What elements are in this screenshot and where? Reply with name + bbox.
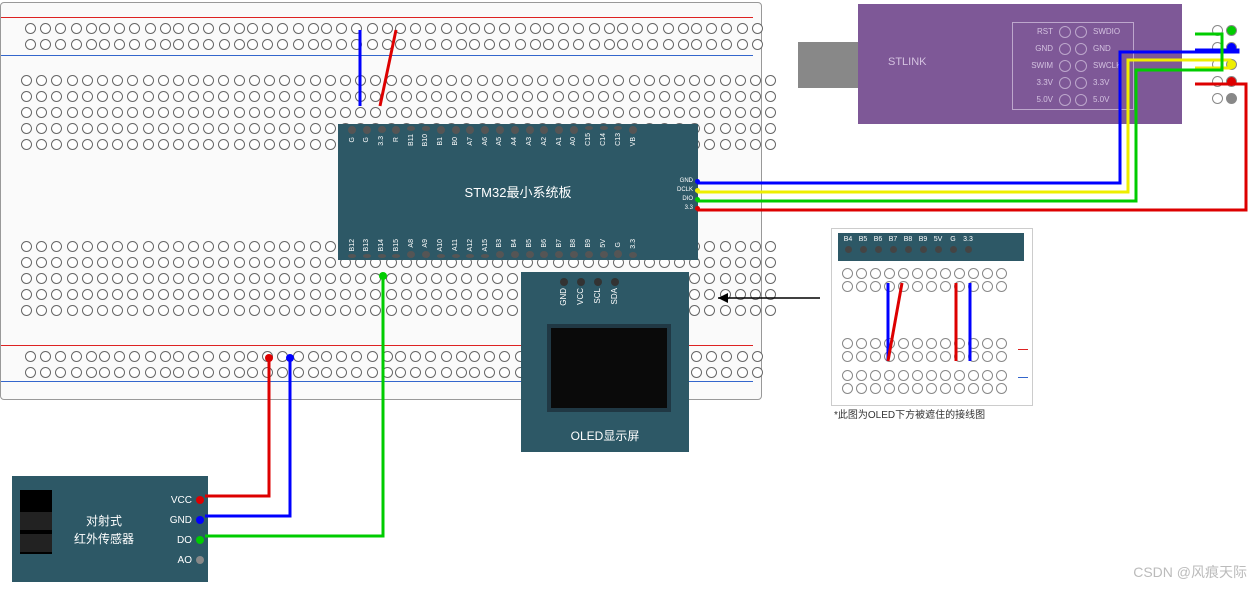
- stm32-pin: A1: [553, 126, 565, 146]
- stm32-pin: A0: [568, 126, 580, 146]
- stm32-pin: A12: [464, 238, 476, 258]
- stm32-pin: A7: [464, 126, 476, 146]
- stlink-conn-row: [1212, 39, 1252, 56]
- stlink-conn-row: [1212, 73, 1252, 90]
- oled-pin: GND: [559, 278, 568, 306]
- stlink-connector: [1212, 22, 1252, 107]
- stm32-pin: C14: [598, 126, 610, 146]
- stm32-pin: R: [390, 126, 402, 146]
- oled-screen: [547, 324, 671, 412]
- stlink-label: STLINK: [888, 56, 927, 68]
- stlink-conn-row: [1212, 22, 1252, 39]
- stm32-pin: B11: [405, 126, 417, 146]
- stm32-pin: B7: [553, 238, 565, 258]
- oled-module: GND VCC SCL SDA OLED显示屏: [521, 272, 689, 452]
- stm32-pin: A4: [509, 126, 521, 146]
- watermark: CSDN @风痕天际: [1133, 562, 1247, 582]
- stm32-pin: B13: [361, 238, 373, 258]
- stlink-module: STLINK RSTSWDIOGNDGNDSWIMSWCLK3.3V3.3V5.…: [798, 4, 1252, 124]
- oled-pins: GND VCC SCL SDA: [559, 278, 619, 306]
- stm32-pin: G: [612, 238, 624, 258]
- stlink-usb-icon: [798, 42, 862, 88]
- stlink-conn-row: [1212, 56, 1252, 73]
- stm32-pin: A5: [494, 126, 506, 146]
- stlink-conn-row: [1212, 90, 1252, 107]
- stm32-pin: B5: [524, 238, 536, 258]
- stlink-body: STLINK RSTSWDIOGNDGNDSWIMSWCLK3.3V3.3V5.…: [858, 4, 1182, 124]
- stm32-title: STM32最小系统板: [338, 182, 698, 201]
- stm32-pin: 5V: [598, 238, 610, 258]
- stm32-pin: A10: [435, 238, 447, 258]
- stm32-pin: A8: [405, 238, 417, 258]
- stm32-pin: B12: [346, 238, 358, 258]
- diagram-canvas: // placeholder – holes drawn below via J…: [0, 0, 1257, 590]
- ir-sensor-title: 对射式 红外传感器: [74, 512, 134, 548]
- stm32-side-pin: DIO: [677, 195, 700, 204]
- inset-detail: B4B5B6B7B8B95VG3.3: [831, 228, 1033, 406]
- stm32-pin: B4: [509, 238, 521, 258]
- stlink-pinbox: RSTSWDIOGNDGNDSWIMSWCLK3.3V3.3V5.0V5.0V: [1012, 22, 1134, 110]
- stm32-pin: B15: [390, 238, 402, 258]
- ir-sensor-pins: VCCGNDDOAO: [170, 490, 204, 570]
- stlink-pin-row: SWIMSWCLK: [1013, 57, 1133, 74]
- stlink-pin-row: 3.3V3.3V: [1013, 74, 1133, 91]
- stlink-pin-row: 5.0V5.0V: [1013, 91, 1133, 108]
- stm32-pin: C15: [583, 126, 595, 146]
- stm32-pin: B10: [420, 126, 432, 146]
- stm32-pin: B1: [435, 126, 447, 146]
- oled-pin: VCC: [576, 278, 585, 306]
- stm32-pin: B0: [450, 126, 462, 146]
- ir-title-l1: 对射式: [86, 514, 122, 528]
- stm32-pin: 3.3: [627, 238, 639, 258]
- ir-pin: VCC: [170, 490, 204, 510]
- stlink-pin-row: GNDGND: [1013, 40, 1133, 57]
- stm32-pin: A11: [450, 238, 462, 258]
- stm32-pin: A2: [538, 126, 550, 146]
- ir-pin: DO: [170, 530, 204, 550]
- stm32-side-pin: DCLK: [677, 186, 700, 195]
- stm32-pin: A9: [420, 238, 432, 258]
- inset-caption: *此图为OLED下方被遮住的接线图: [834, 406, 985, 421]
- stm32-pin: C13: [612, 126, 624, 146]
- stm32-pin: B3: [494, 238, 506, 258]
- stm32-side-pins: GNDDCLKDIO3.3: [677, 177, 700, 213]
- ir-pin: GND: [170, 510, 204, 530]
- ir-sensor-module: 对射式 红外传感器 VCCGNDDOAO: [12, 476, 208, 582]
- stm32-board: STM32最小系统板 GG3.3RB11B10B1B0A7A6A5A4A3A2A…: [338, 124, 698, 260]
- stm32-pin: A6: [479, 126, 491, 146]
- stm32-pin: B14: [376, 238, 388, 258]
- ir-pin: AO: [170, 550, 204, 570]
- ir-emitter-icon: [20, 490, 52, 554]
- stm32-pin: G: [346, 126, 358, 146]
- oled-pin: SDA: [610, 278, 619, 306]
- stm32-pin: G: [361, 126, 373, 146]
- stm32-bottom-pins: B12B13B14B15A8A9A10A11A12A15B3B4B5B6B7B8…: [346, 238, 639, 258]
- stm32-pin: B9: [583, 238, 595, 258]
- stm32-top-pins: GG3.3RB11B10B1B0A7A6A5A4A3A2A1A0C15C14C1…: [346, 126, 639, 146]
- oled-pin: SCL: [593, 278, 602, 306]
- stm32-pin: 3.3: [376, 126, 388, 146]
- oled-title: OLED显示屏: [521, 427, 689, 444]
- stlink-pin-row: RSTSWDIO: [1013, 23, 1133, 40]
- stm32-side-pin: 3.3: [677, 204, 700, 213]
- ir-title-l2: 红外传感器: [74, 532, 134, 546]
- stm32-pin: B8: [568, 238, 580, 258]
- stm32-pin: B6: [538, 238, 550, 258]
- stm32-pin: A15: [479, 238, 491, 258]
- stm32-side-pin: GND: [677, 177, 700, 186]
- stm32-pin: VB: [627, 126, 639, 146]
- stm32-pin: A3: [524, 126, 536, 146]
